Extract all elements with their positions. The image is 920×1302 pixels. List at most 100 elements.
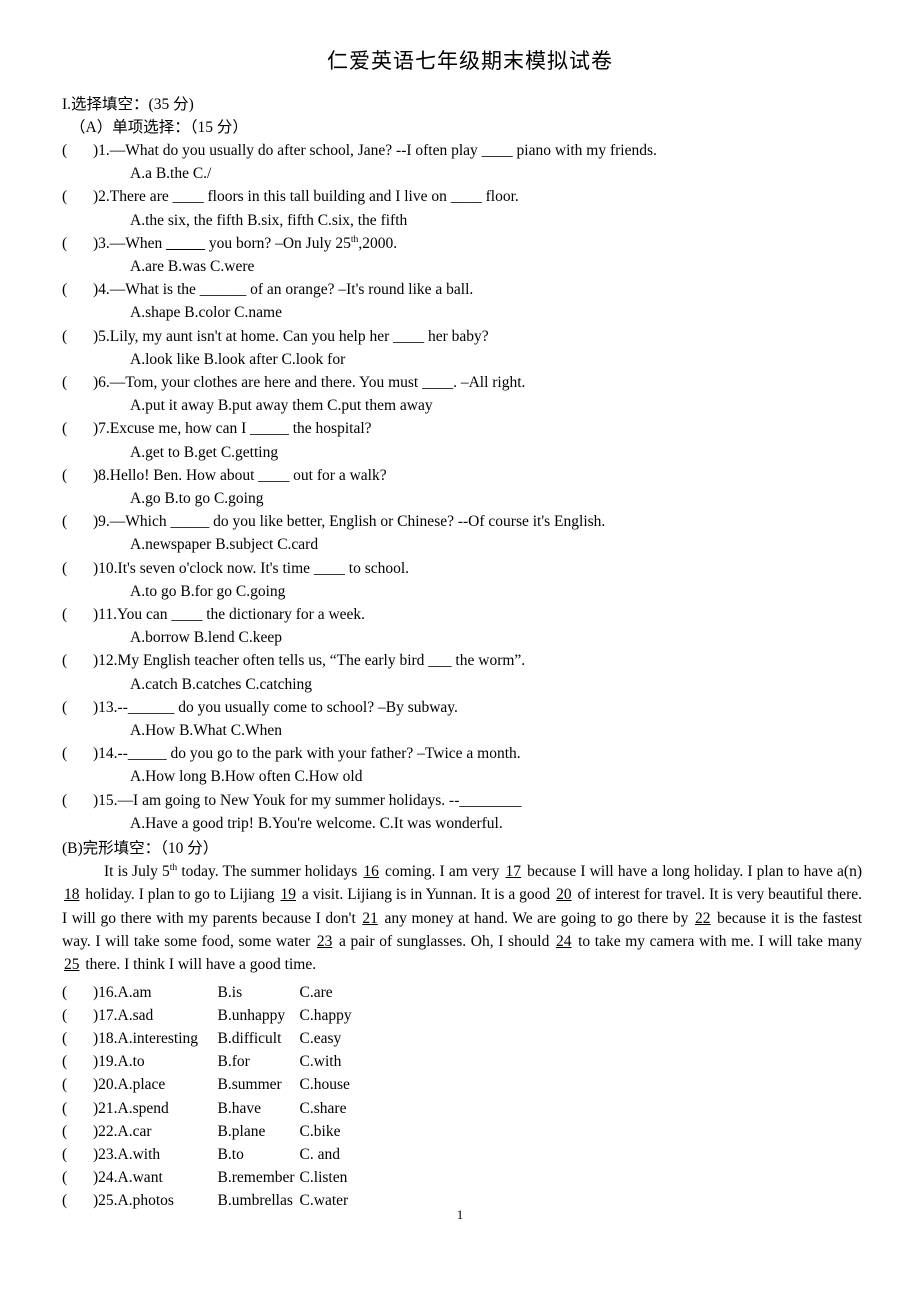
answer-bracket-open[interactable]: ( <box>62 1004 93 1027</box>
question-options[interactable]: A.go B.to go C.going <box>0 487 920 510</box>
question-options[interactable]: A.catch B.catches C.catching <box>0 673 920 696</box>
cloze-choice-row[interactable]: ()17.A.sad B.unhappy C.happy <box>0 1004 920 1027</box>
numbered-blank: 20 <box>556 886 572 904</box>
question-options[interactable]: A.Have a good trip! B.You're welcome. C.… <box>0 812 920 835</box>
cloze-choice-row[interactable]: ()20.A.place B.summer C.house <box>0 1073 920 1096</box>
single-choice-question-list: ()1.—What do you usually do after school… <box>0 139 920 835</box>
cloze-option-a[interactable]: A.am <box>118 981 218 1004</box>
answer-bracket-open[interactable]: ( <box>62 742 93 765</box>
question-options[interactable]: A.look like B.look after C.look for <box>0 348 920 371</box>
answer-bracket-open[interactable]: ( <box>62 1027 93 1050</box>
answer-bracket-open[interactable]: ( <box>62 603 93 626</box>
cloze-option-b[interactable]: B.remember <box>218 1166 300 1189</box>
cloze-choice-row[interactable]: ()24.A.want B.remember C.listen <box>0 1166 920 1189</box>
cloze-choice-row[interactable]: ()21.A.spend B.have C.share <box>0 1097 920 1120</box>
answer-bracket-open[interactable]: ( <box>62 464 93 487</box>
cloze-option-a[interactable]: A.place <box>118 1073 218 1096</box>
question-options[interactable]: A.How long B.How often C.How old <box>0 765 920 788</box>
question-item: ()9.—Which _____ do you like better, Eng… <box>0 510 920 556</box>
answer-bracket-open[interactable]: ( <box>62 1120 93 1143</box>
answer-bracket-open[interactable]: ( <box>62 981 93 1004</box>
question-options[interactable]: A.the six, the fifth B.six, fifth C.six,… <box>0 209 920 232</box>
cloze-option-c[interactable]: C. and <box>300 1146 340 1163</box>
numbered-blank: 22 <box>695 909 711 927</box>
question-options[interactable]: A.a B.the C./ <box>0 162 920 185</box>
question-item: ()4.—What is the ______ of an orange? –I… <box>0 278 920 324</box>
numbered-blank: 16 <box>363 863 379 881</box>
cloze-option-a[interactable]: A.to <box>118 1050 218 1073</box>
answer-bracket-open[interactable]: ( <box>62 278 93 301</box>
question-item: ()11.You can ____ the dictionary for a w… <box>0 603 920 649</box>
question-item: ()2.There are ____ floors in this tall b… <box>0 185 920 231</box>
answer-bracket-open[interactable]: ( <box>62 232 93 255</box>
answer-bracket-open[interactable]: ( <box>62 649 93 672</box>
numbered-blank: 17 <box>505 863 522 881</box>
cloze-option-b[interactable]: B.is <box>218 981 300 1004</box>
answer-bracket-open[interactable]: ( <box>62 1050 93 1073</box>
cloze-option-b[interactable]: B.for <box>218 1050 300 1073</box>
answer-bracket-open[interactable]: ( <box>62 1166 93 1189</box>
cloze-choice-row[interactable]: ()16.A.am B.is C.are <box>0 981 920 1004</box>
answer-bracket-open[interactable]: ( <box>62 185 93 208</box>
cloze-option-c[interactable]: C.share <box>300 1100 347 1117</box>
answer-bracket-open[interactable]: ( <box>62 510 93 533</box>
question-text: 7.Excuse me, how can I _____ the hospita… <box>98 420 372 438</box>
question-stem: ()15.—I am going to New Youk for my summ… <box>0 789 920 812</box>
cloze-option-c[interactable]: C.listen <box>300 1169 348 1186</box>
question-options[interactable]: A.shape B.color C.name <box>0 301 920 324</box>
question-options[interactable]: A.newspaper B.subject C.card <box>0 533 920 556</box>
question-options[interactable]: A.to go B.for go C.going <box>0 580 920 603</box>
numbered-blank: 19 <box>280 886 296 904</box>
answer-bracket-open[interactable]: ( <box>62 371 93 394</box>
question-options[interactable]: A.get to B.get C.getting <box>0 441 920 464</box>
answer-bracket-open[interactable]: ( <box>62 139 93 162</box>
cloze-choice-row[interactable]: ()18.A.interesting B.difficult C.easy <box>0 1027 920 1050</box>
question-text: 14.--_____ do you go to the park with yo… <box>98 745 521 763</box>
cloze-option-a[interactable]: A.interesting <box>118 1027 218 1050</box>
cloze-option-a[interactable]: A.car <box>118 1120 218 1143</box>
answer-bracket-open[interactable]: ( <box>62 1073 93 1096</box>
cloze-option-b[interactable]: B.have <box>218 1097 300 1120</box>
cloze-option-c[interactable]: C.are <box>300 984 333 1001</box>
question-text: 2.There are ____ floors in this tall bui… <box>98 188 519 206</box>
cloze-option-c[interactable]: C.happy <box>300 1007 352 1024</box>
question-options[interactable]: A.How B.What C.When <box>0 719 920 742</box>
answer-bracket-open[interactable]: ( <box>62 557 93 580</box>
cloze-option-c[interactable]: C.with <box>300 1053 342 1070</box>
cloze-option-b[interactable]: B.summer <box>218 1073 300 1096</box>
cloze-choice-row[interactable]: ()19.A.to B.for C.with <box>0 1050 920 1073</box>
question-options[interactable]: A.borrow B.lend C.keep <box>0 626 920 649</box>
answer-bracket-open[interactable]: ( <box>62 1097 93 1120</box>
page-title: 仁爱英语七年级期末模拟试卷 <box>327 49 613 73</box>
cloze-option-a[interactable]: A.spend <box>118 1097 218 1120</box>
cloze-option-b[interactable]: B.plane <box>218 1120 300 1143</box>
answer-bracket-open[interactable]: ( <box>62 696 93 719</box>
cloze-option-c[interactable]: C.house <box>300 1076 350 1093</box>
cloze-choice-row[interactable]: ()22.A.car B.plane C.bike <box>0 1120 920 1143</box>
numbered-blank: 21 <box>362 909 378 927</box>
question-item: ()5.Lily, my aunt isn't at home. Can you… <box>0 325 920 371</box>
answer-blank: _____ <box>166 234 205 252</box>
cloze-option-a[interactable]: A.with <box>118 1143 218 1166</box>
cloze-option-b[interactable]: B.to <box>218 1143 300 1166</box>
question-stem: ()14.--_____ do you go to the park with … <box>0 742 920 765</box>
cloze-option-b[interactable]: B.difficult <box>218 1027 300 1050</box>
answer-bracket-open[interactable]: ( <box>62 417 93 440</box>
question-text: 10.It's seven o'clock now. It's time ___… <box>98 559 410 577</box>
cloze-option-a[interactable]: A.sad <box>118 1004 218 1027</box>
answer-bracket-open[interactable]: ( <box>62 325 93 348</box>
question-stem: ()3.—When _____ you born? –On July 25th,… <box>0 232 920 255</box>
question-text: 6.—Tom, your clothes are here and there.… <box>98 374 526 392</box>
numbered-blank: 25 <box>64 956 80 974</box>
cloze-option-a[interactable]: A.want <box>118 1166 218 1189</box>
answer-bracket-open[interactable]: ( <box>62 1143 93 1166</box>
cloze-option-c[interactable]: C.easy <box>300 1030 342 1047</box>
question-options[interactable]: A.put it away B.put away them C.put them… <box>0 394 920 417</box>
cloze-option-c[interactable]: C.bike <box>300 1123 341 1140</box>
question-stem: ()5.Lily, my aunt isn't at home. Can you… <box>0 325 920 348</box>
question-options[interactable]: A.are B.was C.were <box>0 255 920 278</box>
question-stem: ()1.—What do you usually do after school… <box>0 139 920 162</box>
cloze-option-b[interactable]: B.unhappy <box>218 1004 300 1027</box>
answer-bracket-open[interactable]: ( <box>62 789 93 812</box>
cloze-choice-row[interactable]: ()23.A.with B.to C. and <box>0 1143 920 1166</box>
